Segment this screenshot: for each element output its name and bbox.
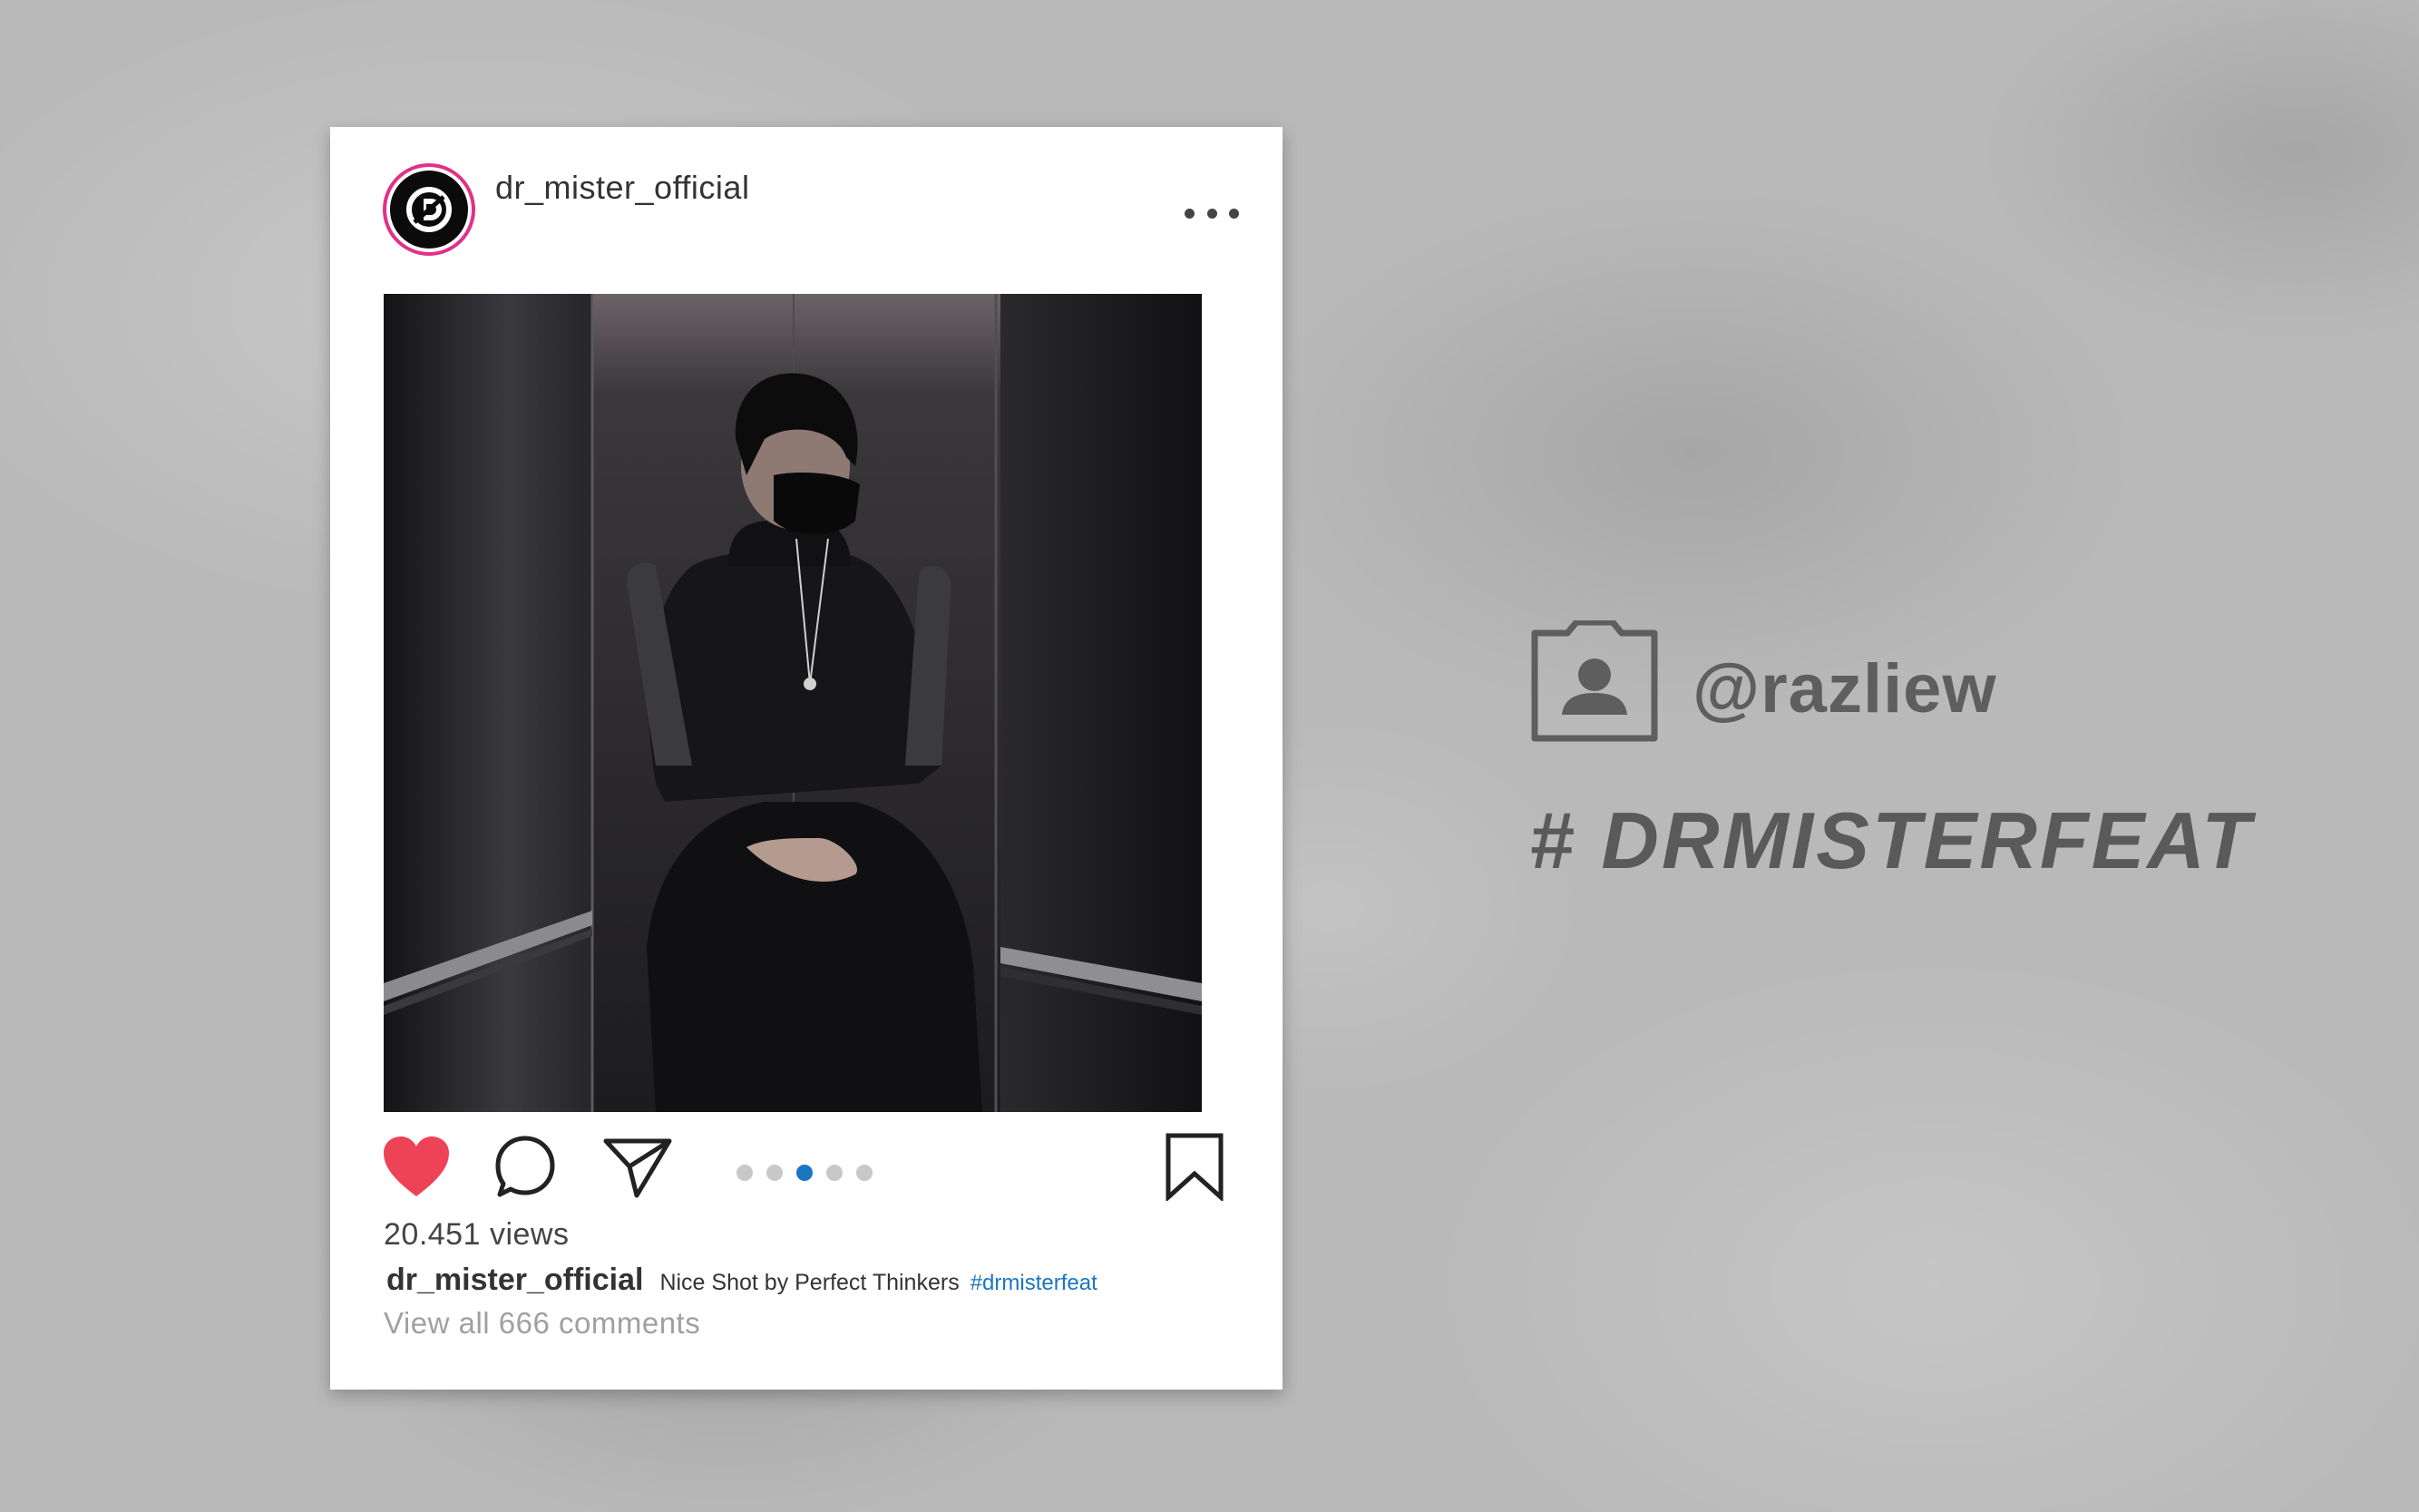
profile-card-icon [1529,619,1660,744]
credit-handle: @razliew [1692,650,1997,727]
caption: dr_mister_official Nice Shot by Perfect … [386,1263,1097,1298]
carousel-dot[interactable] [856,1165,873,1181]
caption-text: Nice Shot by Perfect Thinkers [659,1270,960,1295]
comment-icon[interactable] [494,1135,556,1200]
bookmark-icon[interactable] [1165,1132,1224,1203]
view-comments-link[interactable]: View all 666 comments [384,1306,700,1341]
post-username[interactable]: dr_mister_official [495,169,749,207]
view-count: 20.451 views [384,1217,570,1252]
share-icon[interactable] [602,1136,673,1199]
avatar[interactable] [383,163,475,256]
caption-username[interactable]: dr_mister_official [386,1263,643,1298]
carousel-dot[interactable] [826,1165,843,1181]
carousel-dot-active[interactable] [796,1165,813,1181]
carousel-dot[interactable] [736,1165,753,1181]
post-photo[interactable] [384,294,1202,1112]
carousel-dot[interactable] [766,1165,783,1181]
credit-hashtag: # DRMISTERFEAT [1529,795,2254,885]
carousel-indicator [736,1165,873,1181]
post-card: dr_mister_official 20.451 views dr_miste… [330,127,1283,1390]
heart-icon[interactable] [382,1135,451,1200]
more-options-icon[interactable] [1185,200,1239,227]
avatar-logo-icon [390,171,468,249]
caption-hashtag[interactable]: #drmisterfeat [971,1271,1097,1296]
